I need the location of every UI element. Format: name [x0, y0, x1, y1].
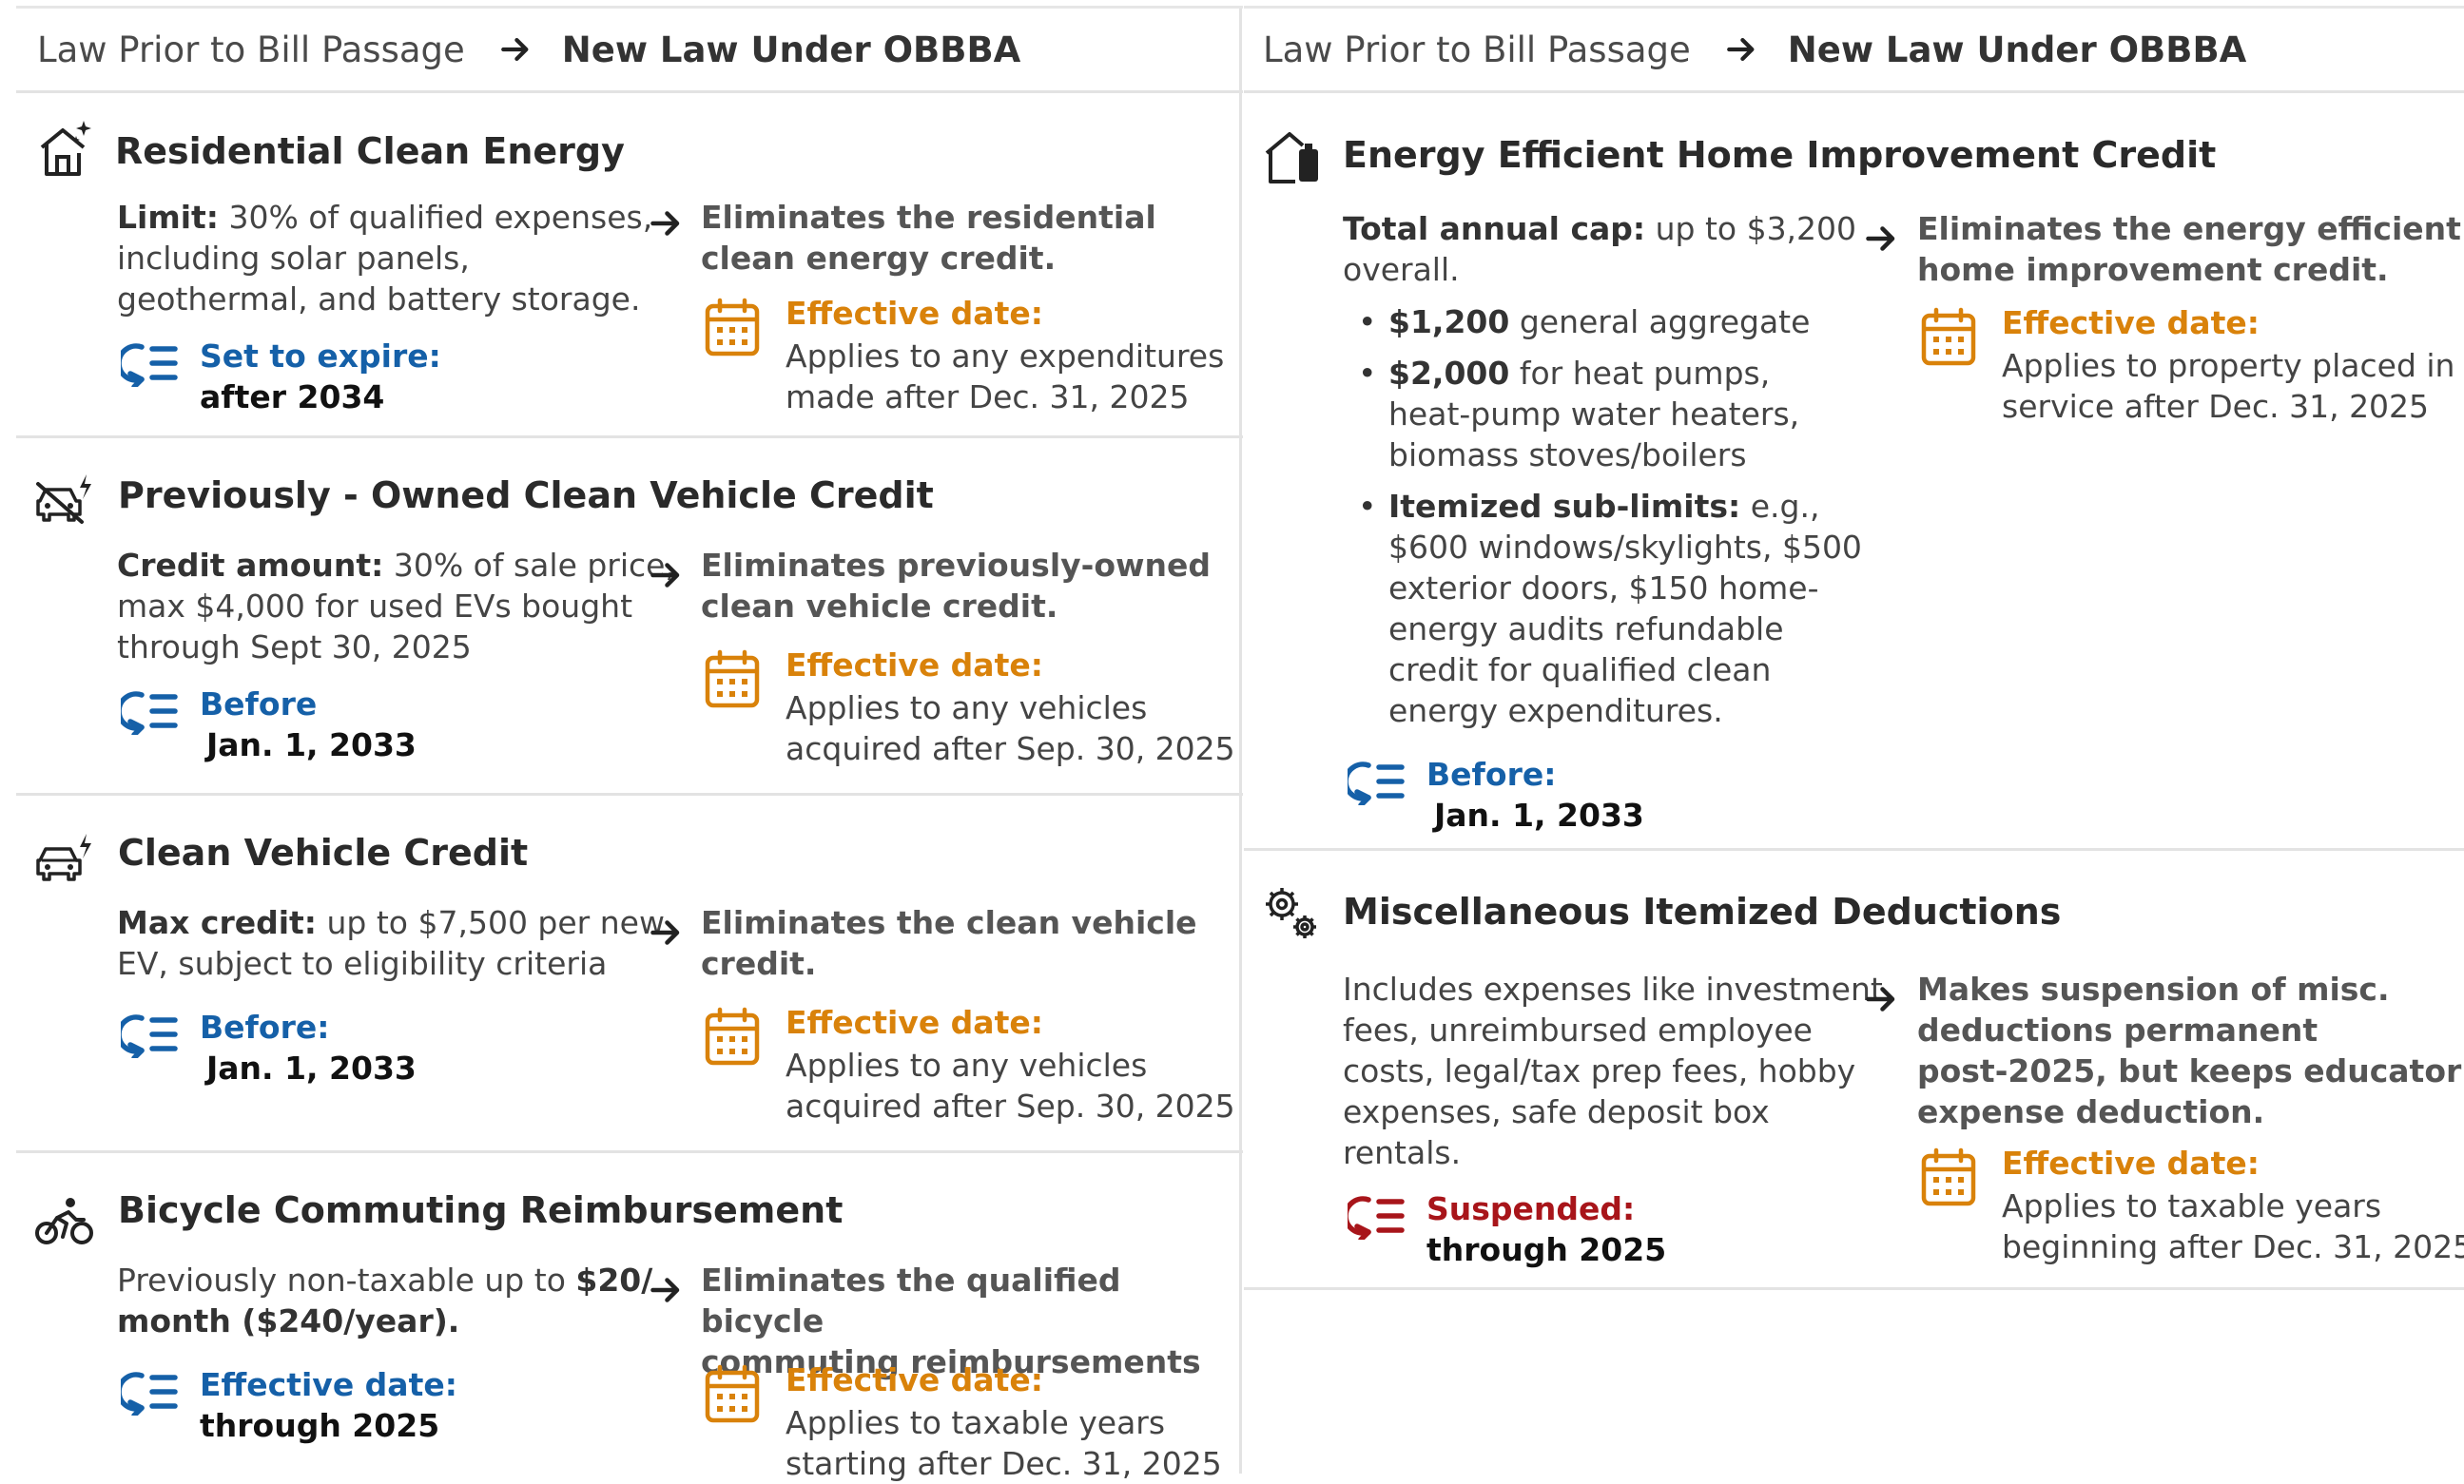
new-law-text: Eliminates the energy efficient home imp…	[1917, 210, 2461, 288]
new-law-text: Eliminates the clean vehicle credit.	[701, 904, 1197, 982]
section-energy-efficient-home-improvement: Energy Efficient Home Improvement Credit…	[1244, 90, 2464, 851]
arrow-right-icon	[649, 915, 683, 950]
list-item: $1,200 general aggregate	[1343, 301, 1875, 342]
effective-label: Effective date:	[2002, 1145, 2260, 1182]
section-clean-vehicle-credit: Clean Vehicle Credit Max credit: up to $…	[16, 796, 1243, 1153]
right-column: Law Prior to Bill Passage New Law Under …	[1244, 0, 2464, 1474]
section-title: Miscellaneous Itemized Deductions	[1343, 891, 2062, 933]
new-law-text: Eliminates previously-owned clean vehicl…	[701, 547, 1211, 625]
arrow-right-icon	[649, 206, 683, 241]
prior-law-text: Previously non-taxable up to $20/ month …	[117, 1262, 653, 1339]
calendar-icon	[705, 1364, 760, 1423]
effective-label: Effective date:	[2002, 304, 2260, 341]
list-item: Itemized sub-limits: e.g., $600 windows/…	[1343, 486, 1875, 731]
arrow-right-icon	[1864, 222, 1898, 256]
section-misc-itemized-deductions: Miscellaneous Itemized Deductions Includ…	[1244, 851, 2464, 1290]
status-label: Set to expire:	[200, 337, 441, 375]
effective-text: Applies to taxable years starting after …	[786, 1404, 1222, 1482]
section-bicycle-commuting: Bicycle Commuting Reimbursement Previous…	[16, 1153, 1243, 1482]
effective-text: Applies to taxable years beginning after…	[2002, 1187, 2464, 1265]
expiry-list-icon	[121, 1368, 178, 1416]
new-law-text: Eliminates the residential clean energy …	[701, 199, 1156, 277]
calendar-icon	[1921, 1147, 1976, 1206]
section-title: Bicycle Commuting Reimbursement	[118, 1189, 844, 1231]
section-title: Energy Efficient Home Improvement Credit	[1343, 134, 2217, 176]
effective-label: Effective date:	[786, 1361, 1043, 1398]
effective-text: Applies to any vehicles acquired after S…	[786, 1047, 1235, 1125]
prior-law-text: Total annual cap: up to $3,200 overall.	[1343, 210, 1857, 288]
bicycle-icon	[35, 1198, 93, 1244]
effective-text: Applies to property placed in service af…	[2002, 347, 2455, 425]
expiry-list-icon	[1348, 758, 1405, 805]
section-title: Clean Vehicle Credit	[118, 832, 529, 874]
list-item: $2,000 for heat pumps, heat-pump water h…	[1343, 353, 1875, 475]
status-label: Before:	[1426, 756, 1557, 793]
section-residential-clean-energy: Residential Clean Energy Limit: 30% of q…	[16, 90, 1243, 438]
status-label: Suspended:	[1426, 1190, 1636, 1227]
status-value: Jan. 1, 2033	[206, 1050, 417, 1087]
effective-label: Effective date:	[786, 1004, 1043, 1041]
car-slash-bolt-icon	[36, 474, 91, 524]
header-prior-label: Law Prior to Bill Passage	[37, 29, 465, 70]
effective-label: Effective date:	[786, 646, 1043, 684]
arrow-right-icon	[649, 1273, 683, 1307]
status-value: through 2025	[1426, 1231, 1667, 1268]
prior-law-text: Includes expenses like investment fees, …	[1343, 971, 1883, 1171]
effective-label: Effective date:	[786, 295, 1043, 332]
calendar-icon	[705, 1007, 760, 1066]
column-header: Law Prior to Bill Passage New Law Under …	[16, 9, 1243, 93]
effective-text: Applies to any expenditures made after D…	[786, 337, 1225, 415]
car-bolt-icon	[36, 834, 91, 881]
new-law-text: Makes suspension of misc. deductions per…	[1917, 971, 2462, 1130]
status-value: after 2034	[200, 378, 385, 415]
column-header: Law Prior to Bill Passage New Law Under …	[1244, 9, 2464, 93]
arrow-right-icon	[499, 33, 532, 66]
gears-icon	[1266, 888, 1316, 938]
arrow-right-icon	[1864, 982, 1898, 1016]
status-label: Before	[200, 685, 318, 723]
calendar-icon	[705, 649, 760, 708]
header-new-label: New Law Under OBBBA	[1787, 29, 2247, 70]
expiry-list-icon	[1348, 1192, 1405, 1240]
prior-law-text: Max credit: up to $7,500 per new EV, sub…	[117, 904, 665, 982]
house-battery-icon	[1265, 132, 1318, 183]
status-value: through 2025	[200, 1407, 440, 1444]
effective-text: Applies to any vehicles acquired after S…	[786, 689, 1235, 767]
left-column: Law Prior to Bill Passage New Law Under …	[16, 0, 1243, 1482]
arrow-right-icon	[649, 558, 683, 592]
house-sparkle-icon	[40, 121, 91, 176]
arrow-right-icon	[1725, 33, 1757, 66]
expiry-list-icon	[121, 687, 178, 735]
status-value: Jan. 1, 2033	[1434, 797, 1644, 834]
status-label: Before:	[200, 1009, 330, 1046]
header-prior-label: Law Prior to Bill Passage	[1263, 29, 1691, 70]
expiry-list-icon	[121, 339, 178, 387]
section-title: Previously - Owned Clean Vehicle Credit	[118, 474, 934, 516]
header-new-label: New Law Under OBBBA	[561, 29, 1021, 70]
section-title: Residential Clean Energy	[115, 130, 625, 172]
calendar-icon	[705, 298, 760, 357]
calendar-icon	[1921, 307, 1976, 366]
status-label: Effective date:	[200, 1366, 457, 1403]
cap-bullet-list: $1,200 general aggregate $2,000 for heat…	[1343, 301, 1875, 742]
status-value: Jan. 1, 2033	[206, 726, 417, 763]
prior-law-text: Credit amount: 30% of sale price, max $4…	[117, 547, 675, 665]
expiry-list-icon	[121, 1011, 178, 1058]
prior-law-text: Limit: 30% of qualified expenses, includ…	[117, 199, 653, 318]
section-previously-owned-clean-vehicle: Previously - Owned Clean Vehicle Credit …	[16, 438, 1243, 796]
